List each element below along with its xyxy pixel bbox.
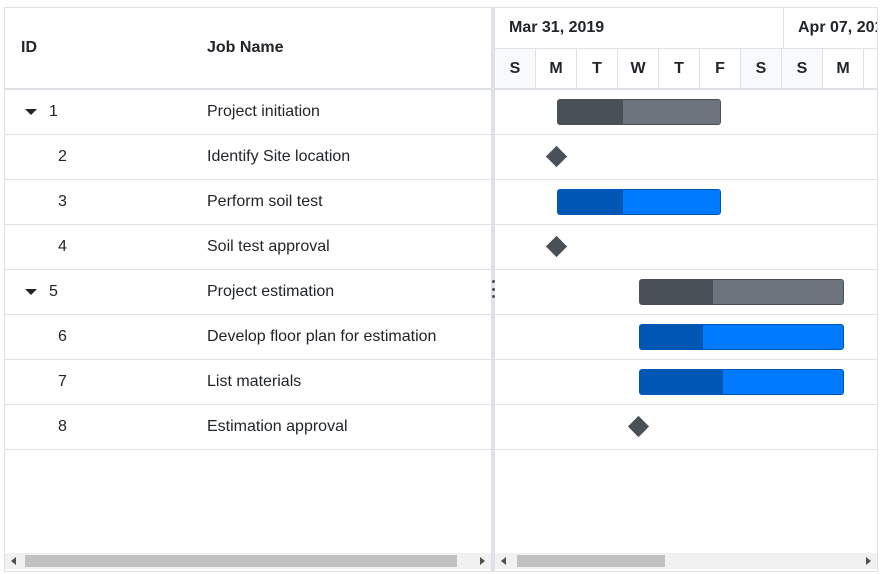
collapse-caret-icon[interactable] <box>25 109 37 115</box>
task-id-cell: 8 <box>5 405 85 449</box>
task-name: Project estimation <box>207 283 335 300</box>
task-bar[interactable] <box>639 369 844 395</box>
scroll-right-icon[interactable] <box>480 557 485 565</box>
task-id: 5 <box>49 283 58 300</box>
chart-horizontal-scrollbar[interactable] <box>495 553 877 569</box>
table-row[interactable]: 8 Estimation approval <box>5 405 491 450</box>
timeline-day: F <box>700 49 741 88</box>
timeline-day: M <box>536 49 577 88</box>
chart-pane: Mar 31, 2019 Apr 07, 2019 SMTWTFSSM <box>495 8 877 571</box>
task-progress <box>558 100 623 124</box>
task-id: 7 <box>58 373 67 390</box>
task-name: Soil test approval <box>207 238 330 255</box>
timeline-week-1: Mar 31, 2019 <box>495 8 784 48</box>
task-name: Estimation approval <box>207 418 348 435</box>
timeline-week-2: Apr 07, 2019 <box>798 19 877 36</box>
task-bar[interactable] <box>557 189 721 215</box>
chart-row <box>495 225 877 270</box>
task-id: 1 <box>49 103 58 120</box>
task-progress <box>640 280 714 304</box>
column-header-id[interactable]: ID <box>21 8 37 88</box>
task-name: Identify Site location <box>207 148 351 165</box>
chart-row <box>495 135 877 180</box>
task-id-cell: 4 <box>5 225 85 269</box>
task-id-cell: 2 <box>5 135 85 179</box>
timeline-day: M <box>823 49 864 88</box>
milestone-diamond[interactable] <box>627 415 650 438</box>
task-id-cell: 7 <box>5 360 85 404</box>
chart-row <box>495 270 877 315</box>
task-name: Develop floor plan for estimation <box>207 328 437 345</box>
gantt-chart: ID Job Name 1 Project initiation 2 Identify… <box>4 7 878 572</box>
task-id-cell: 6 <box>5 315 85 359</box>
timeline-day: S <box>782 49 823 88</box>
collapse-caret-icon[interactable] <box>25 289 37 295</box>
timeline-day: S <box>741 49 782 88</box>
task-name: Project initiation <box>207 103 320 120</box>
timeline-week-header: Mar 31, 2019 Apr 07, 2019 <box>495 8 877 49</box>
task-name: List materials <box>207 373 302 390</box>
task-id: 4 <box>58 238 67 255</box>
task-grid: ID Job Name 1 Project initiation 2 Identify… <box>5 8 491 571</box>
table-row[interactable]: 5 Project estimation <box>5 270 491 315</box>
scroll-left-icon[interactable] <box>11 557 16 565</box>
table-row[interactable]: 7 List materials <box>5 360 491 405</box>
task-id: 3 <box>58 193 67 210</box>
milestone-diamond[interactable] <box>545 235 568 258</box>
task-bar[interactable] <box>639 324 844 350</box>
table-row[interactable]: 2 Identify Site location <box>5 135 491 180</box>
task-progress <box>640 370 724 394</box>
parent-task-bar[interactable] <box>557 99 721 125</box>
timeline-day: S <box>495 49 536 88</box>
timeline-day: W <box>618 49 659 88</box>
task-name: Perform soil test <box>207 193 323 210</box>
scroll-left-icon[interactable] <box>501 557 506 565</box>
parent-task-bar[interactable] <box>639 279 844 305</box>
milestone-diamond[interactable] <box>545 145 568 168</box>
table-row[interactable]: 1 Project initiation <box>5 90 491 135</box>
chart-row <box>495 90 877 135</box>
grid-header: ID Job Name <box>5 8 491 90</box>
scrollbar-thumb[interactable] <box>25 555 457 567</box>
chart-row <box>495 360 877 405</box>
chart-row <box>495 405 877 450</box>
timeline-day-header: SMTWTFSSM <box>495 49 877 90</box>
table-row[interactable]: 6 Develop floor plan for estimation <box>5 315 491 360</box>
chart-row <box>495 180 877 225</box>
task-id-cell: 1 <box>5 90 85 134</box>
task-progress <box>640 325 703 349</box>
table-row[interactable]: 4 Soil test approval <box>5 225 491 270</box>
column-header-job-name[interactable]: Job Name <box>207 8 283 88</box>
timeline-day: T <box>577 49 618 88</box>
chart-row <box>495 315 877 360</box>
task-id-cell: 5 <box>5 270 85 314</box>
task-id: 2 <box>58 148 67 165</box>
table-row[interactable]: 3 Perform soil test <box>5 180 491 225</box>
timeline-day: T <box>659 49 700 88</box>
task-progress <box>558 190 623 214</box>
scroll-right-icon[interactable] <box>866 557 871 565</box>
grid-horizontal-scrollbar[interactable] <box>5 553 491 569</box>
task-id-cell: 3 <box>5 180 85 224</box>
task-id: 8 <box>58 418 67 435</box>
scrollbar-thumb[interactable] <box>517 555 665 567</box>
task-id: 6 <box>58 328 67 345</box>
